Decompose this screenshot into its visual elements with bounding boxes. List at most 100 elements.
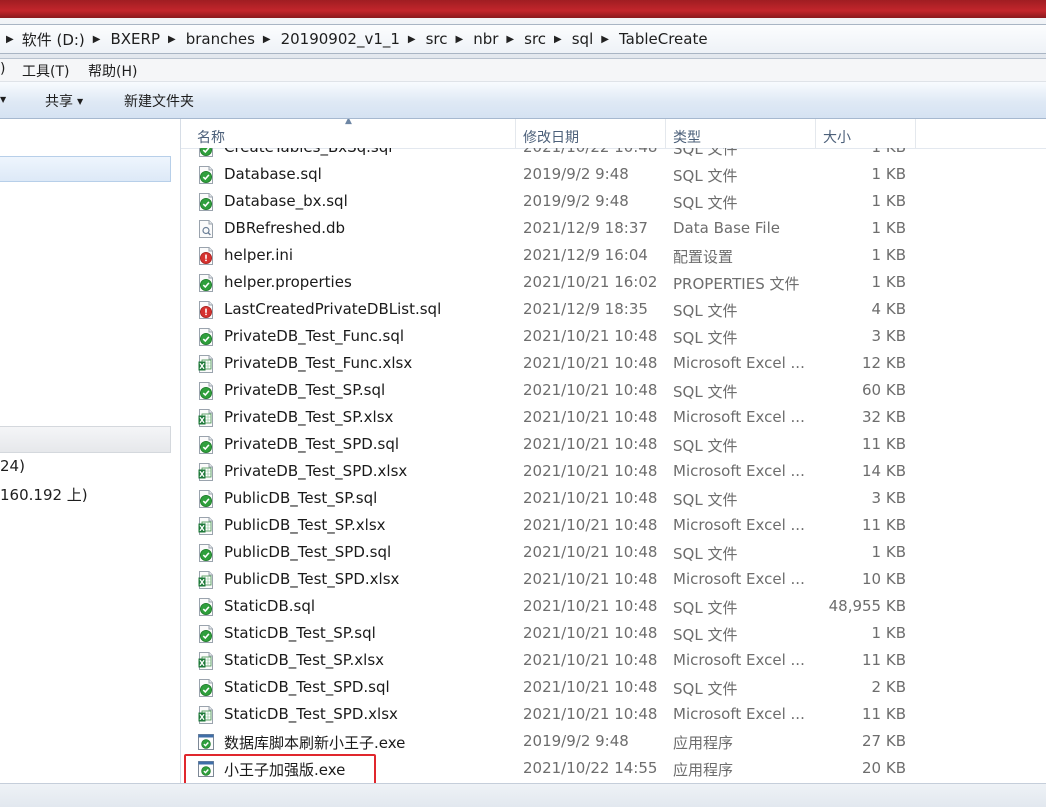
- share-button[interactable]: 共享 ▼: [45, 91, 83, 111]
- table-row[interactable]: PublicDB_Test_SP.xlsx 2021/10/21 10:48 Mic…: [181, 512, 1046, 539]
- column-header-type[interactable]: 类型: [673, 127, 701, 147]
- sql-icon: [198, 490, 214, 508]
- chevron-right-icon[interactable]: ▶: [506, 34, 514, 45]
- nav-item-selected[interactable]: [0, 156, 171, 182]
- column-header-name[interactable]: 名称: [197, 127, 225, 147]
- file-size: 1 KB: [871, 543, 906, 561]
- breadcrumb-item[interactable]: nbr: [473, 30, 498, 48]
- table-row[interactable]: helper.properties 2021/10/21 16:02 PROPERT…: [181, 269, 1046, 296]
- file-type: Microsoft Excel ...: [673, 462, 805, 480]
- table-row[interactable]: PrivateDB_Test_SPD.xlsx 2021/10/21 10:48 M…: [181, 458, 1046, 485]
- file-name: CreateTables_BxSq.sql: [224, 148, 392, 156]
- file-name: LastCreatedPrivateDBList.sql: [224, 300, 442, 318]
- breadcrumb-item[interactable]: BXERP: [110, 30, 160, 48]
- address-bar-area: ▶ 软件 (D:) ▶ BXERP ▶ branches ▶ 20190902_v1_1 ▶ sr…: [0, 18, 1046, 59]
- chevron-right-icon[interactable]: ▶: [263, 34, 271, 45]
- breadcrumb-item[interactable]: 20190902_v1_1: [281, 30, 400, 48]
- sql-icon: [198, 166, 214, 184]
- file-date: 2021/10/21 10:48: [523, 651, 658, 669]
- table-row[interactable]: StaticDB_Test_SP.sql 2021/10/21 10:48 SQL …: [181, 620, 1046, 647]
- column-divider[interactable]: [915, 119, 916, 148]
- table-row[interactable]: PrivateDB_Test_SP.xlsx 2021/10/21 10:48 Mi…: [181, 404, 1046, 431]
- nav-item-network[interactable]: [0, 426, 171, 453]
- table-row[interactable]: LastCreatedPrivateDBList.sql 2021/12/9 18…: [181, 296, 1046, 323]
- table-row[interactable]: PrivateDB_Test_SP.sql 2021/10/21 10:48 SQL…: [181, 377, 1046, 404]
- file-date: 2021/10/21 10:48: [523, 408, 658, 426]
- chevron-right-icon[interactable]: ▶: [168, 34, 176, 45]
- table-row[interactable]: PublicDB_Test_SPD.sql 2021/10/21 10:48 SQL…: [181, 539, 1046, 566]
- excel-icon: [198, 355, 214, 373]
- table-row[interactable]: PrivateDB_Test_Func.xlsx 2021/10/21 10:48…: [181, 350, 1046, 377]
- menu-item-edge[interactable]: ): [0, 61, 5, 77]
- status-bar: [0, 783, 1046, 807]
- excel-icon: [198, 706, 214, 724]
- table-row[interactable]: StaticDB_Test_SPD.xlsx 2021/10/21 10:48 Mi…: [181, 701, 1046, 728]
- table-row[interactable]: Database.sql 2019/9/2 9:48 SQL 文件 1 KB: [181, 161, 1046, 188]
- file-type: Microsoft Excel ...: [673, 354, 805, 372]
- file-name: PrivateDB_Test_Func.sql: [224, 327, 405, 345]
- ini-icon: [198, 301, 214, 319]
- table-row[interactable]: 数据库脚本刷新小王子.exe 2019/9/2 9:48 应用程序 27 KB: [181, 728, 1046, 755]
- column-divider[interactable]: [515, 119, 516, 148]
- chevron-right-icon[interactable]: ▶: [554, 34, 562, 45]
- file-type: SQL 文件: [673, 599, 738, 617]
- file-type: Microsoft Excel ...: [673, 570, 805, 588]
- file-date: 2021/10/21 16:02: [523, 273, 658, 291]
- column-divider[interactable]: [665, 119, 666, 148]
- table-row[interactable]: DBRefreshed.db 2021/12/9 18:37 Data Base F…: [181, 215, 1046, 242]
- chevron-right-icon[interactable]: ▶: [601, 34, 609, 45]
- address-bar[interactable]: ▶ 软件 (D:) ▶ BXERP ▶ branches ▶ 20190902_v1_1 ▶ sr…: [0, 24, 1046, 54]
- file-size: 10 KB: [862, 570, 906, 588]
- sql-icon: [198, 625, 214, 643]
- file-name: PublicDB_Test_SP.sql: [224, 489, 378, 507]
- chevron-down-icon: ▼: [77, 97, 84, 106]
- table-row[interactable]: PrivateDB_Test_Func.sql 2021/10/21 10:48 S…: [181, 323, 1046, 350]
- chevron-down-icon[interactable]: ▼: [0, 95, 6, 104]
- file-date: 2021/10/21 10:48: [523, 489, 658, 507]
- chevron-right-icon[interactable]: ▶: [408, 34, 416, 45]
- menu-item-tools[interactable]: 工具(T): [22, 61, 69, 81]
- sql-icon: [198, 328, 214, 346]
- menu-item-help[interactable]: 帮助(H): [88, 61, 137, 81]
- breadcrumb-item[interactable]: TableCreate: [619, 30, 708, 48]
- file-name: PublicDB_Test_SP.xlsx: [224, 516, 386, 534]
- breadcrumb-item[interactable]: sql: [572, 30, 594, 48]
- breadcrumb-item[interactable]: 软件 (D:): [22, 29, 85, 50]
- highlight-box: [184, 754, 376, 785]
- column-header-size[interactable]: 大小: [823, 127, 851, 147]
- table-row[interactable]: StaticDB_Test_SP.xlsx 2021/10/21 10:48 Mic…: [181, 647, 1046, 674]
- breadcrumb-item[interactable]: src: [426, 30, 448, 48]
- file-name: 数据库脚本刷新小王子.exe: [224, 734, 406, 752]
- file-type: SQL 文件: [673, 626, 738, 644]
- chevron-right-icon[interactable]: ▶: [456, 34, 464, 45]
- table-row[interactable]: StaticDB_Test_SPD.sql 2021/10/21 10:48 SQL…: [181, 674, 1046, 701]
- breadcrumb-item[interactable]: branches: [186, 30, 255, 48]
- table-row[interactable]: PublicDB_Test_SP.sql 2021/10/21 10:48 SQL …: [181, 485, 1046, 512]
- column-divider[interactable]: [815, 119, 816, 148]
- file-type: SQL 文件: [673, 302, 738, 320]
- table-row[interactable]: PublicDB_Test_SPD.xlsx 2021/10/21 10:48 Mi…: [181, 566, 1046, 593]
- file-type: Microsoft Excel ...: [673, 408, 805, 426]
- file-type: SQL 文件: [673, 491, 738, 509]
- column-header-date[interactable]: 修改日期: [523, 127, 579, 147]
- nav-item-drive-1[interactable]: 24): [0, 457, 25, 475]
- file-list: CreateTables_BxSq.sql 2021/10/22 10:48 SQL…: [181, 148, 1046, 783]
- table-row[interactable]: StaticDB.sql 2021/10/21 10:48 SQL 文件 48,955…: [181, 593, 1046, 620]
- file-size: 1 KB: [871, 273, 906, 291]
- table-row[interactable]: CreateTables_BxSq.sql 2021/10/22 10:48 SQL…: [181, 148, 1046, 161]
- breadcrumb-item[interactable]: src: [524, 30, 546, 48]
- file-name: Database.sql: [224, 165, 322, 183]
- excel-icon: [198, 409, 214, 427]
- new-folder-button[interactable]: 新建文件夹: [124, 91, 194, 111]
- table-row[interactable]: Database_bx.sql 2019/9/2 9:48 SQL 文件 1 KB: [181, 188, 1046, 215]
- table-row[interactable]: PrivateDB_Test_SPD.sql 2021/10/21 10:48 SQ…: [181, 431, 1046, 458]
- sql-icon: [198, 436, 214, 454]
- nav-item-drive-2[interactable]: 160.192 上): [0, 484, 88, 505]
- sql-icon: [198, 679, 214, 697]
- file-size: 1 KB: [871, 624, 906, 642]
- table-row[interactable]: helper.ini 2021/12/9 16:04 配置设置 1 KB: [181, 242, 1046, 269]
- file-name: Database_bx.sql: [224, 192, 348, 210]
- file-name: PublicDB_Test_SPD.sql: [224, 543, 392, 561]
- chevron-right-icon[interactable]: ▶: [93, 34, 101, 45]
- chevron-right-icon[interactable]: ▶: [6, 34, 14, 45]
